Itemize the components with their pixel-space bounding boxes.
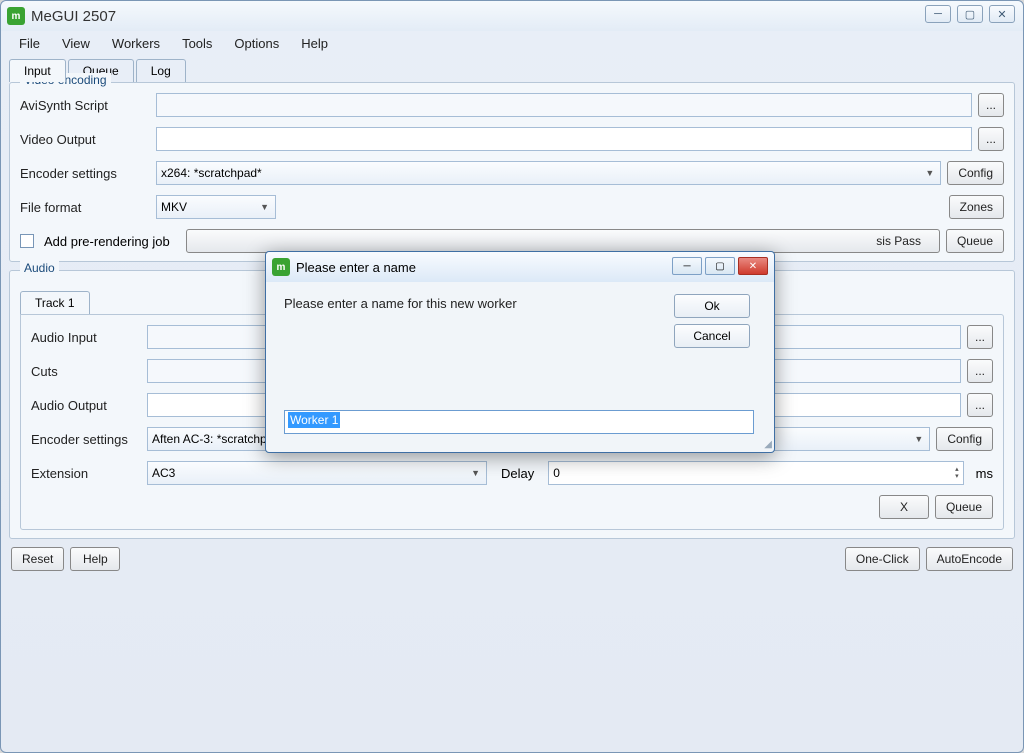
tab-track1[interactable]: Track 1 [20, 291, 90, 314]
audio-encoder-label: Encoder settings [31, 433, 141, 446]
tab-log[interactable]: Log [136, 59, 186, 82]
video-queue-button[interactable]: Queue [946, 229, 1004, 253]
window-title: MeGUI 2507 [31, 8, 116, 25]
avisynth-label: AviSynth Script [20, 98, 150, 113]
reset-button[interactable]: Reset [11, 547, 64, 571]
menu-help[interactable]: Help [291, 33, 338, 54]
close-button[interactable]: ✕ [989, 5, 1015, 23]
menu-tools[interactable]: Tools [172, 33, 222, 54]
video-encoder-label: Encoder settings [20, 166, 150, 181]
analysis-pass-button[interactable]: sis Pass [186, 229, 940, 253]
file-format-combobox[interactable]: MKV [156, 195, 276, 219]
dialog-name-input[interactable]: Worker 1 [284, 410, 754, 434]
audio-input-label: Audio Input [31, 330, 141, 345]
dialog-close-button[interactable]: ✕ [738, 257, 768, 275]
bottom-bar: Reset Help One-Click AutoEncode [9, 547, 1015, 571]
delay-spinner[interactable]: 0 [548, 461, 963, 485]
menu-workers[interactable]: Workers [102, 33, 170, 54]
delay-label: Delay [493, 466, 542, 481]
audio-input-browse-button[interactable]: ... [967, 325, 993, 349]
cuts-label: Cuts [31, 364, 141, 379]
titlebar[interactable]: m MeGUI 2507 ─ ▢ ✕ [1, 1, 1023, 31]
app-icon: m [7, 7, 25, 25]
menu-view[interactable]: View [52, 33, 100, 54]
prerender-checkbox[interactable] [20, 234, 34, 248]
avisynth-browse-button[interactable]: ... [978, 93, 1004, 117]
main-tabs: Input Queue Log [9, 59, 1015, 82]
cuts-browse-button[interactable]: ... [967, 359, 993, 383]
dialog-app-icon: m [272, 258, 290, 276]
menubar: File View Workers Tools Options Help [1, 31, 1023, 55]
video-config-button[interactable]: Config [947, 161, 1004, 185]
name-dialog: m Please enter a name ─ ▢ ✕ Please enter… [265, 251, 775, 453]
dialog-minimize-button[interactable]: ─ [672, 257, 702, 275]
audio-queue-button[interactable]: Queue [935, 495, 993, 519]
video-output-input[interactable] [156, 127, 972, 151]
menu-options[interactable]: Options [224, 33, 289, 54]
zones-button[interactable]: Zones [949, 195, 1004, 219]
maximize-button[interactable]: ▢ [957, 5, 983, 23]
video-output-browse-button[interactable]: ... [978, 127, 1004, 151]
audio-x-button[interactable]: X [879, 495, 929, 519]
prerender-label: Add pre-rendering job [44, 234, 170, 249]
audio-legend: Audio [20, 261, 59, 275]
audio-config-button[interactable]: Config [936, 427, 993, 451]
dialog-titlebar[interactable]: m Please enter a name ─ ▢ ✕ [266, 252, 774, 282]
delay-unit: ms [970, 466, 993, 481]
resize-grip-icon[interactable]: ◢ [764, 439, 772, 450]
dialog-maximize-button[interactable]: ▢ [705, 257, 735, 275]
audio-output-browse-button[interactable]: ... [967, 393, 993, 417]
dialog-cancel-button[interactable]: Cancel [674, 324, 750, 348]
avisynth-input[interactable] [156, 93, 972, 117]
video-encoding-group: Video encoding AviSynth Script ... Video… [9, 82, 1015, 262]
minimize-button[interactable]: ─ [925, 5, 951, 23]
help-button[interactable]: Help [70, 547, 120, 571]
extension-combobox[interactable]: AC3 [147, 461, 487, 485]
audio-output-label: Audio Output [31, 398, 141, 413]
file-format-label: File format [20, 200, 150, 215]
oneclick-button[interactable]: One-Click [845, 547, 920, 571]
autoencode-button[interactable]: AutoEncode [926, 547, 1013, 571]
menu-file[interactable]: File [9, 33, 50, 54]
video-output-label: Video Output [20, 132, 150, 147]
extension-label: Extension [31, 466, 141, 481]
video-encoder-combobox[interactable]: x264: *scratchpad* [156, 161, 941, 185]
tab-input[interactable]: Input [9, 59, 66, 82]
dialog-ok-button[interactable]: Ok [674, 294, 750, 318]
main-window: m MeGUI 2507 ─ ▢ ✕ File View Workers Too… [0, 0, 1024, 753]
dialog-title: Please enter a name [296, 260, 416, 275]
